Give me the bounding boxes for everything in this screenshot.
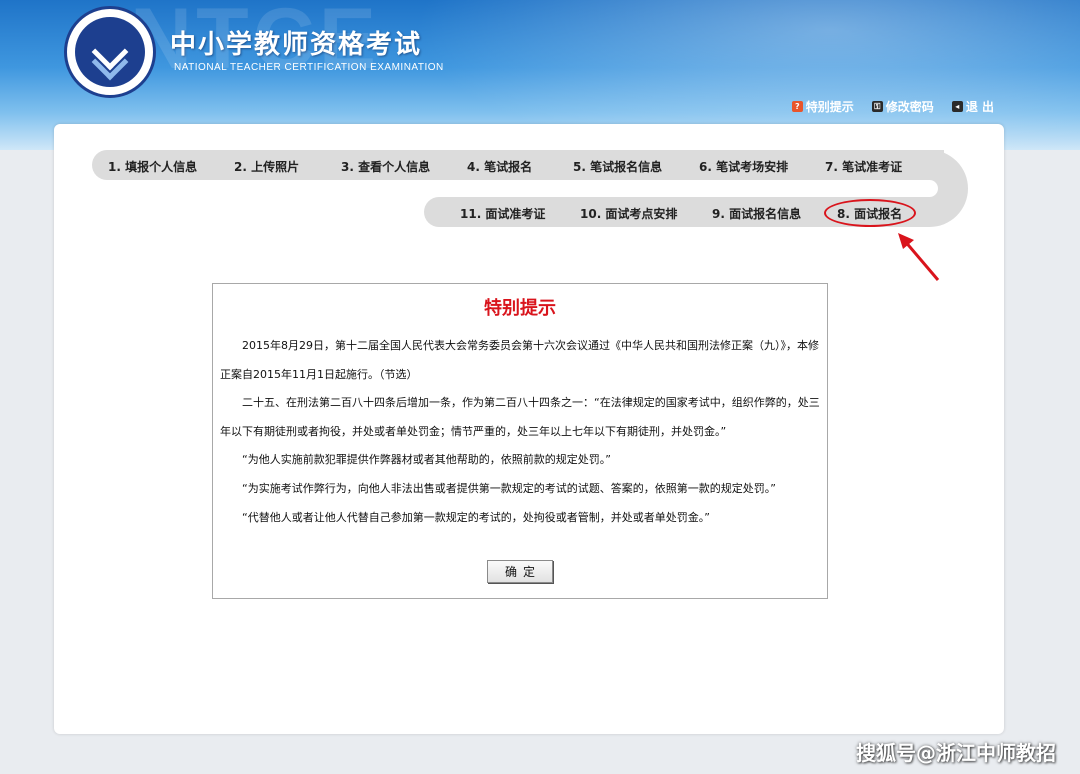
help-icon: ? (791, 101, 803, 112)
notice-body: 2015年8月29日，第十二届全国人民代表大会常务委员会第十六次会议通过《中华人… (220, 332, 822, 532)
special-notice-label: 特别提示 (805, 100, 854, 114)
highlight-circle (824, 199, 916, 227)
special-notice-dialog: 特别提示 2015年8月29日，第十二届全国人民代表大会常务委员会第十六次会议通… (212, 283, 828, 599)
site-title: 中小学教师资格考试 (170, 30, 423, 60)
notice-paragraph: “代替他人或者让他人代替自己参加第一款规定的考试的，处拘役或者管制，并处或者单处… (242, 510, 710, 524)
step-interview-registration-info[interactable]: 9. 面试报名信息 (712, 205, 801, 222)
annotation-arrow-icon (898, 233, 940, 281)
source-watermark: 搜狐号@浙江中师教招 (856, 741, 1056, 765)
step-fill-personal-info[interactable]: 1. 填报个人信息 (108, 158, 197, 175)
special-notice-link[interactable]: ? 特别提示 (791, 98, 854, 115)
step-interview-admission-ticket[interactable]: 11. 面试准考证 (460, 205, 545, 222)
site-subtitle: NATIONAL TEACHER CERTIFICATION EXAMINATI… (174, 62, 444, 73)
ntce-logo (64, 6, 156, 98)
change-password-link[interactable]: ⚿ 修改密码 (871, 98, 934, 115)
confirm-button[interactable]: 确定 (487, 560, 553, 583)
step-interview-site[interactable]: 10. 面试考点安排 (580, 205, 677, 222)
logo-inner (75, 17, 145, 87)
step-written-registration[interactable]: 4. 笔试报名 (467, 158, 532, 175)
notice-title: 特别提示 (484, 298, 556, 319)
key-icon: ⚿ (871, 101, 883, 112)
logout-label: 退 出 (965, 100, 994, 114)
logout-link[interactable]: ◂ 退 出 (951, 98, 994, 115)
exit-icon: ◂ (951, 101, 963, 112)
change-password-label: 修改密码 (885, 100, 934, 114)
step-written-exam-room[interactable]: 6. 笔试考场安排 (699, 158, 788, 175)
notice-paragraph: 2015年8月29日，第十二届全国人民代表大会常务委员会第十六次会议通过《中华人… (220, 339, 819, 381)
top-links: ? 特别提示 ⚿ 修改密码 ◂ 退 出 (791, 98, 994, 115)
notice-paragraph: 二十五、在刑法第二百八十四条后增加一条，作为第二百八十四条之一：“在法律规定的国… (220, 396, 820, 438)
notice-paragraph: “为实施考试作弊行为，向他人非法出售或者提供第一款规定的考试的试题、答案的，依照… (242, 481, 776, 495)
step-written-admission-ticket[interactable]: 7. 笔试准考证 (825, 158, 902, 175)
step-upload-photo[interactable]: 2. 上传照片 (234, 158, 299, 175)
step-written-registration-info[interactable]: 5. 笔试报名信息 (573, 158, 662, 175)
notice-paragraph: “为他人实施前款犯罪提供作弊器材或者其他帮助的，依照前款的规定处罚。” (242, 453, 611, 467)
step-view-personal-info[interactable]: 3. 查看个人信息 (341, 158, 430, 175)
